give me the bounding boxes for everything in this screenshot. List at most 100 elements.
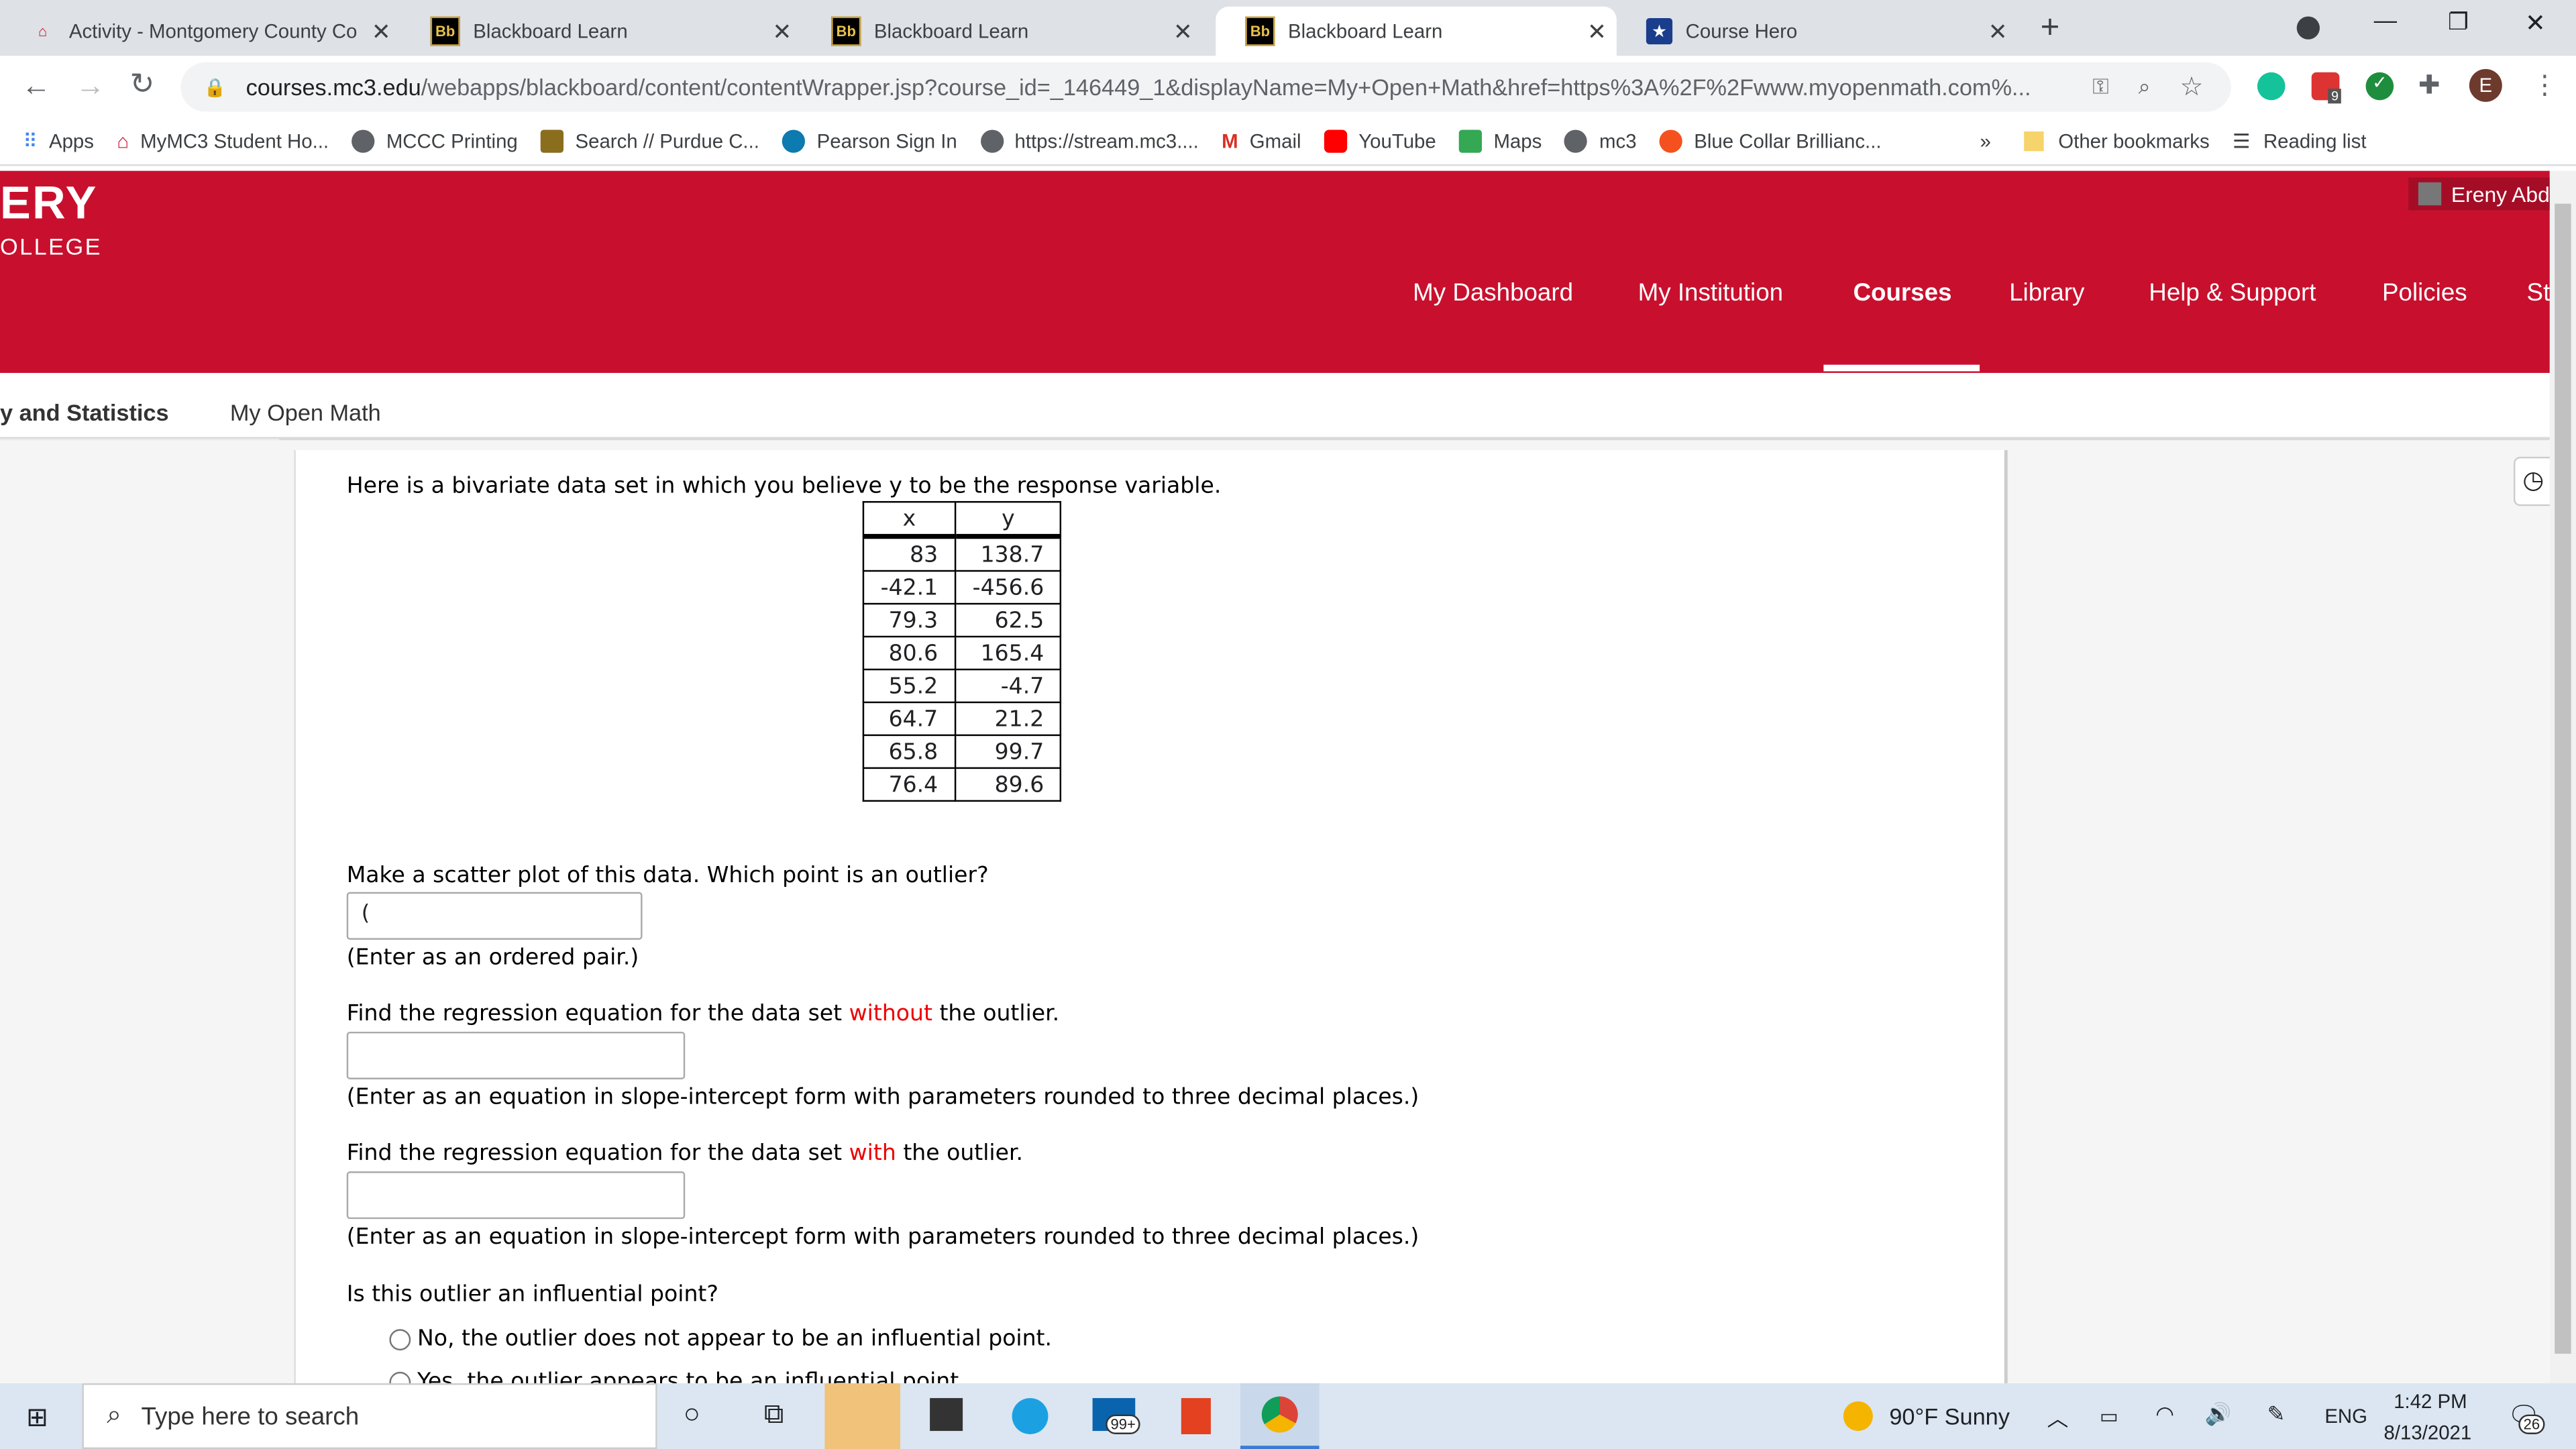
tab-blackboard-1[interactable]: Bb Blackboard Learn ✕ (401, 7, 802, 56)
question-with-outlier: Find the regression equation for the dat… (346, 1140, 1024, 1167)
mail-icon[interactable]: 99+ (1092, 1398, 1141, 1434)
globe-icon (352, 129, 375, 153)
mc3-icon: ⌂ (117, 129, 129, 153)
cell-x: 79.3 (862, 602, 957, 638)
minimize-button[interactable]: — (2374, 7, 2397, 33)
cell-x: -42.1 (862, 570, 957, 605)
weather-sun-icon (1843, 1401, 1873, 1432)
back-button[interactable]: ← (21, 69, 51, 103)
nav-policies[interactable]: Policies (2382, 279, 2467, 307)
forward-button[interactable]: → (76, 69, 105, 103)
nav-my-institution[interactable]: My Institution (1638, 279, 1783, 307)
menu-kebab-icon[interactable]: ⋮ (2532, 69, 2558, 102)
zoom-icon[interactable]: ⌕ (2139, 74, 2151, 100)
tab-activity[interactable]: ⌂ Activity - Montgomery County Co ✕ (0, 7, 401, 56)
bookmark-maps[interactable]: Maps (1459, 129, 1542, 153)
clock-icon[interactable]: ◷ (2513, 456, 2553, 506)
apps-grid-icon: ⠿ (23, 129, 38, 153)
bookmark-purdue[interactable]: Search // Purdue C... (541, 129, 759, 153)
option-no[interactable]: No, the outlier does not appear to be an… (389, 1326, 1052, 1352)
nav-library[interactable]: Library (2009, 279, 2084, 307)
battery-icon[interactable]: ▭ (2100, 1405, 2118, 1428)
data-table: xy 83 138.7 -42.1 -456.6 79.3 62.5 80.6 165.4 55… (862, 500, 1063, 802)
tab-search-icon[interactable] (2296, 16, 2320, 40)
scrollbar-thumb[interactable] (2555, 203, 2571, 1354)
edge-icon[interactable] (1012, 1398, 1049, 1434)
profile-avatar[interactable]: E (2469, 68, 2502, 102)
bookmark-pearson[interactable]: Pearson Sign In (782, 129, 957, 153)
close-tab-icon[interactable]: ✕ (1163, 17, 1203, 46)
scrollbar[interactable] (2549, 170, 2576, 1384)
close-tab-icon[interactable]: ✕ (1978, 17, 2018, 46)
address-bar[interactable]: 🔒 courses.mc3.edu/webapps/blackboard/con… (180, 62, 2231, 112)
regression-without-hint: (Enter as an equation in slope-intercept… (346, 1084, 1419, 1111)
url-text[interactable]: courses.mc3.edu/webapps/blackboard/conte… (246, 74, 2070, 100)
notifications-icon[interactable]: 🗨26 (2507, 1400, 2545, 1434)
radio-yes[interactable] (389, 1371, 411, 1384)
windows-start-icon[interactable]: ⊞ (26, 1401, 48, 1434)
table-row: 76.4 89.6 (862, 767, 1063, 802)
outlier-input[interactable]: ( (346, 892, 643, 940)
volume-icon[interactable]: 🔊 (2205, 1401, 2232, 1428)
wifi-icon[interactable]: ◠ (2155, 1401, 2174, 1428)
folder-icon (2023, 131, 2044, 152)
pen-icon[interactable]: ✎ (2267, 1401, 2286, 1428)
weather-text[interactable]: 90°F Sunny (1889, 1403, 2010, 1429)
bookmark-stream[interactable]: https://stream.mc3.... (980, 129, 1199, 153)
tray-chevron-icon[interactable]: ︿ (2047, 1401, 2068, 1433)
store-icon[interactable] (930, 1398, 963, 1432)
regression-with-input[interactable] (346, 1171, 686, 1220)
new-tab-button[interactable]: + (2041, 10, 2060, 48)
task-view-icon[interactable]: ⧉ (764, 1398, 784, 1431)
course-title[interactable]: y and Statistics (0, 399, 169, 425)
bookmark-mc3[interactable]: mc3 (1564, 129, 1637, 153)
bookmark-youtube[interactable]: YouTube (1324, 129, 1436, 153)
extension-icon[interactable]: 9 (2311, 72, 2342, 104)
other-bookmarks[interactable]: Other bookmarks (2023, 129, 2210, 153)
clock-time[interactable]: 1:42 PM (2394, 1390, 2467, 1413)
nav-courses[interactable]: Courses (1853, 279, 1951, 307)
nav-st[interactable]: St (2527, 279, 2550, 307)
tab-blackboard-active[interactable]: Bb Blackboard Learn ✕ (1216, 6, 1617, 56)
option-yes[interactable]: Yes, the outlier appears to be an influe… (389, 1365, 966, 1384)
bookmark-blue-collar[interactable]: Blue Collar Brillianc... (1659, 129, 1882, 153)
user-menu[interactable]: Ereny Abd (2408, 177, 2550, 211)
regression-without-input[interactable] (346, 1031, 686, 1079)
clock-date[interactable]: 8/13/2021 (2383, 1421, 2471, 1444)
grammarly-icon[interactable] (2257, 72, 2286, 101)
table-row: 64.7 21.2 (862, 701, 1063, 737)
taskbar-search[interactable]: ⌕ Type here to search (82, 1383, 657, 1449)
office-icon[interactable] (1181, 1398, 1211, 1434)
logo-line2: OLLEGE (0, 233, 102, 260)
bookmark-gmail[interactable]: M Gmail (1222, 129, 1301, 152)
close-tab-icon[interactable]: ✕ (362, 17, 401, 46)
bookmark-mccc-printing[interactable]: MCCC Printing (352, 129, 518, 153)
close-tab-icon[interactable]: ✕ (762, 17, 802, 46)
reading-list[interactable]: ☰ Reading list (2233, 129, 2367, 152)
my-open-math-link[interactable]: My Open Math (230, 399, 381, 425)
nav-my-dashboard[interactable]: My Dashboard (1413, 279, 1573, 307)
cla-icon (541, 129, 564, 153)
radio-no[interactable] (389, 1328, 411, 1350)
tab-blackboard-2[interactable]: Bb Blackboard Learn ✕ (802, 7, 1203, 56)
more-bookmarks[interactable]: » (1980, 129, 1991, 152)
close-window-button[interactable]: ✕ (2525, 8, 2546, 38)
check-extension-icon[interactable]: ✓ (2365, 72, 2394, 101)
bookmark-star-icon[interactable]: ☆ (2180, 70, 2204, 103)
language-indicator[interactable]: ENG (2324, 1405, 2367, 1428)
cell-y: 89.6 (954, 767, 1063, 802)
restore-button[interactable]: ❐ (2448, 8, 2469, 36)
question-outlier: Make a scatter plot of this data. Which … (346, 862, 989, 889)
cortana-icon[interactable]: ○ (684, 1398, 700, 1431)
chrome-taskbar-button[interactable] (1240, 1383, 1320, 1449)
tab-course-hero[interactable]: ★ Course Hero ✕ (1617, 7, 2018, 56)
close-tab-icon[interactable]: ✕ (1577, 17, 1617, 46)
reload-button[interactable]: ↻ (129, 67, 154, 101)
extensions-puzzle-icon[interactable]: ✚ (2418, 69, 2440, 102)
nav-help-support[interactable]: Help & Support (2149, 279, 2316, 307)
bookmark-mymc3[interactable]: ⌂ MyMC3 Student Ho... (117, 129, 329, 152)
file-explorer-icon[interactable] (824, 1383, 901, 1449)
column-header-x: x (862, 500, 957, 539)
key-icon[interactable]: ⚿ (2092, 74, 2108, 100)
bookmark-apps[interactable]: ⠿ Apps (23, 129, 94, 152)
